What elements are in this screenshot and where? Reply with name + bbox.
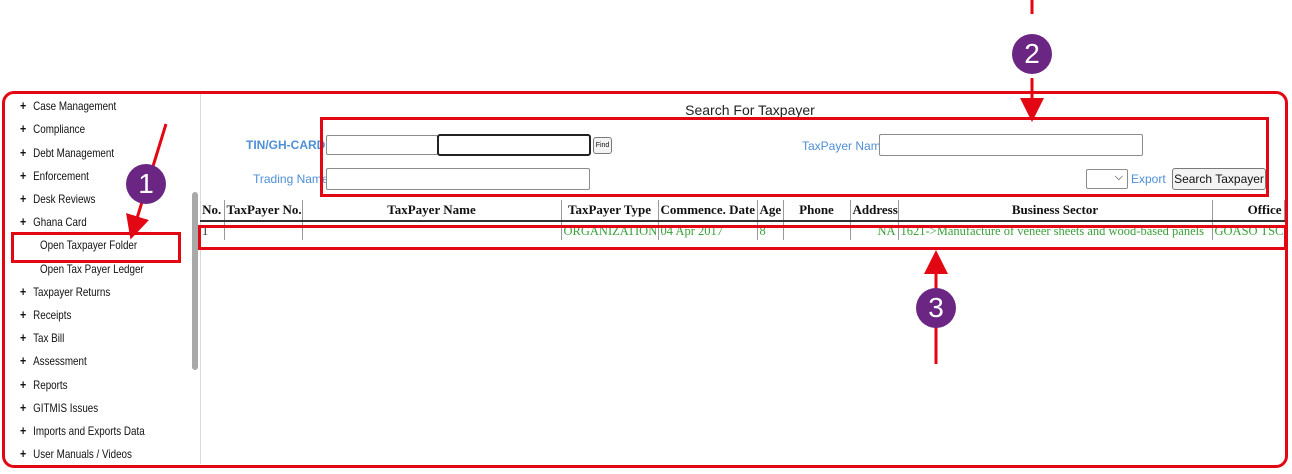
marker-3: 3 bbox=[916, 288, 956, 328]
marker-1: 1 bbox=[126, 164, 166, 204]
annotation-arrows bbox=[126, 0, 1044, 364]
marker-2: 2 bbox=[1012, 34, 1052, 74]
